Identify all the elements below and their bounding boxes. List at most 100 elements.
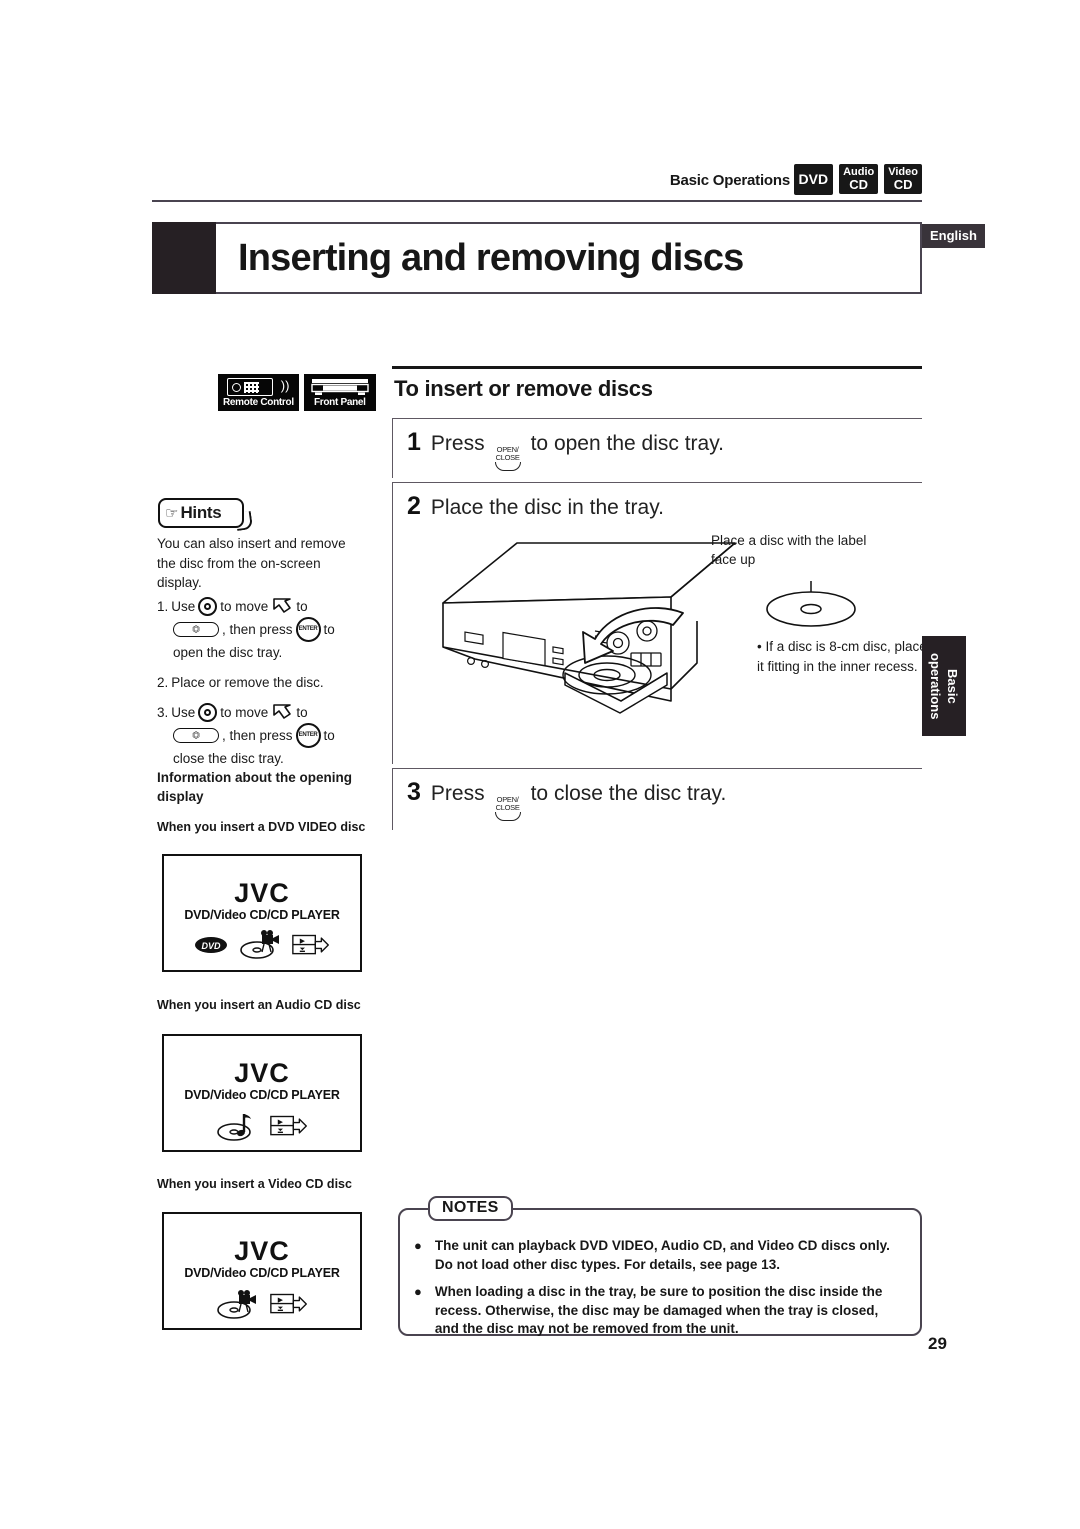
hints-badge-tail: [234, 510, 254, 532]
menu-eject-icon: [292, 934, 329, 955]
svg-text:DVD: DVD: [201, 941, 221, 951]
eject-button-icon: ⏣: [173, 622, 219, 637]
jog-dial-icon: [198, 703, 218, 722]
hints-step-3-num: 3.: [157, 705, 169, 720]
jvc-logo-video: JVC: [234, 1236, 290, 1266]
notes-label: NOTES: [428, 1196, 513, 1221]
disc-with-camera-icon: [217, 1290, 256, 1319]
video-cd-badge-line2: CD: [893, 177, 913, 192]
dvd-badge-label: DVD: [798, 171, 829, 187]
step-1-post: to open the disc tray.: [530, 432, 724, 455]
note-bullet-icon: ●: [414, 1238, 422, 1253]
side-tab-label: Basic operations: [928, 652, 960, 720]
step-3-number: 3: [407, 778, 421, 806]
open-close-cap: [494, 812, 521, 821]
hints-step-3: 3. Use to move to ⏣ , then press ENTER t…: [157, 702, 372, 769]
hints-step-2-num: 2.: [157, 675, 169, 690]
hints-steps: 1. Use to move to ⏣ , then press ENTER t…: [157, 596, 372, 778]
hints-step-3-t1: Use: [171, 705, 196, 720]
opening-display-video-cd: JVC DVD/Video CD/CD PLAYER: [162, 1212, 362, 1330]
page-title-bar: Inserting and removing discs: [152, 222, 922, 294]
step-3: 3 Press OPEN/ CLOSE to close the disc tr…: [392, 768, 922, 830]
jvc-logo-dvd: JVC: [234, 878, 290, 908]
hints-step-2: 2. Place or remove the disc.: [157, 672, 372, 693]
step-3-pre: Press: [430, 782, 485, 805]
hints-step-3-t6: close the disc tray.: [173, 751, 284, 766]
hints-step-3-t5: to: [323, 728, 335, 743]
cursor-arrow-icon: [273, 597, 292, 613]
screen-icons-dvd: DVD: [164, 930, 360, 960]
front-panel-badge-label: Front Panel: [313, 397, 366, 408]
hints-step-1-num: 1.: [157, 599, 169, 614]
jvc-subtitle-audio: DVD/Video CD/CD PLAYER: [184, 1088, 340, 1102]
remote-control-icon: )): [227, 378, 289, 396]
note-text: The unit can playback DVD VIDEO, Audio C…: [434, 1238, 890, 1272]
opening-display-dvd: JVC DVD/Video CD/CD PLAYER DVD: [162, 854, 362, 972]
hints-label: Hints: [180, 503, 222, 522]
section-top-rule: [392, 366, 922, 369]
hints-step-3-t4: , then press: [222, 728, 293, 743]
step-1: 1 Press OPEN/ CLOSE to open the disc tra…: [392, 418, 922, 478]
side-tab-basic-operations: Basic operations: [922, 636, 966, 736]
note-item: ● The unit can playback DVD VIDEO, Audio…: [414, 1237, 906, 1274]
enter-button-icon: ENTER: [295, 723, 321, 748]
front-panel-badge: Front Panel: [303, 374, 376, 411]
step-2: 2 Place the disc in the tray. Place a di…: [392, 482, 927, 764]
front-panel-svg: [311, 379, 369, 395]
note-bullet-icon: ●: [414, 1284, 422, 1299]
header-divider: [152, 200, 922, 202]
jvc-subtitle-video: DVD/Video CD/CD PLAYER: [184, 1266, 340, 1280]
hints-step-1: 1. Use to move to ⏣ , then press ENTER t…: [157, 596, 372, 663]
open-close-line2: CLOSE: [495, 452, 520, 462]
open-close-button-icon: OPEN/ CLOSE: [494, 796, 521, 821]
jvc-subtitle-dvd: DVD/Video CD/CD PLAYER: [184, 908, 340, 922]
hints-step-1-t3: to: [296, 599, 308, 614]
section-title: To insert or remove discs: [394, 376, 653, 401]
screen-caption-video: When you insert a Video CD disc: [157, 1177, 352, 1191]
disc-with-camera-icon: [240, 930, 279, 959]
front-panel-icon: [309, 378, 371, 396]
page-title: Inserting and removing discs: [238, 236, 744, 279]
control-badges: )) Remote Control Front Panel: [218, 374, 376, 411]
title-accent-block: [152, 222, 216, 294]
enter-button-icon: ENTER: [295, 617, 321, 642]
hints-step-1-t2: to move: [220, 599, 269, 614]
step-2-number: 2: [407, 492, 421, 520]
remote-control-badge-label: Remote Control: [223, 397, 294, 408]
hints-step-3-t3: to: [296, 705, 308, 720]
language-tab: English: [922, 224, 985, 248]
hints-step-1-t1: Use: [171, 599, 196, 614]
opening-display-audio-cd: JVC DVD/Video CD/CD PLAYER: [162, 1034, 362, 1152]
jvc-logo-audio: JVC: [234, 1058, 290, 1088]
video-cd-badge: Video CD: [884, 164, 922, 194]
eject-button-icon: ⏣: [173, 728, 219, 743]
dvd-badge: DVD: [793, 164, 834, 195]
audio-cd-badge: Audio CD: [839, 164, 879, 194]
hints-badge: ☞ Hints: [158, 498, 244, 528]
hints-step-1-t4: , then press: [222, 622, 293, 637]
step-1-number: 1: [407, 428, 421, 456]
note-item: ● When loading a disc in the tray, be su…: [414, 1283, 906, 1339]
disc-with-note-icon: [217, 1114, 251, 1141]
screen-caption-audio: When you insert an Audio CD disc: [157, 998, 361, 1012]
jog-dial-icon: [198, 597, 218, 616]
cursor-arrow-icon: [273, 703, 292, 719]
step-1-pre: Press: [430, 432, 485, 455]
remote-control-badge: )) Remote Control: [218, 374, 299, 411]
hints-step-3-t2: to move: [220, 705, 269, 720]
open-close-line2: CLOSE: [495, 802, 520, 812]
dvd-logo-icon: DVD: [195, 937, 227, 953]
hints-step-1-t6: open the disc tray.: [173, 645, 283, 660]
menu-eject-icon: [270, 1293, 307, 1314]
page-number: 29: [928, 1334, 947, 1353]
screen-icons-video: [164, 1288, 360, 1320]
hints-intro-text: You can also insert and remove the disc …: [157, 536, 346, 590]
menu-eject-icon: [270, 1115, 307, 1136]
note-text: When loading a disc in the tray, be sure…: [434, 1284, 883, 1336]
screen-icons-audio: [164, 1110, 360, 1142]
disc-label-callout: Place a disc with the label face up: [711, 533, 867, 567]
hints-step-2-text: Place or remove the disc.: [171, 675, 324, 690]
manual-page: Basic Operations DVD Audio CD Video CD I…: [0, 0, 1080, 1529]
step-2-pre: Place the disc in the tray.: [430, 496, 664, 519]
screen-caption-dvd: When you insert a DVD VIDEO disc: [157, 820, 366, 834]
